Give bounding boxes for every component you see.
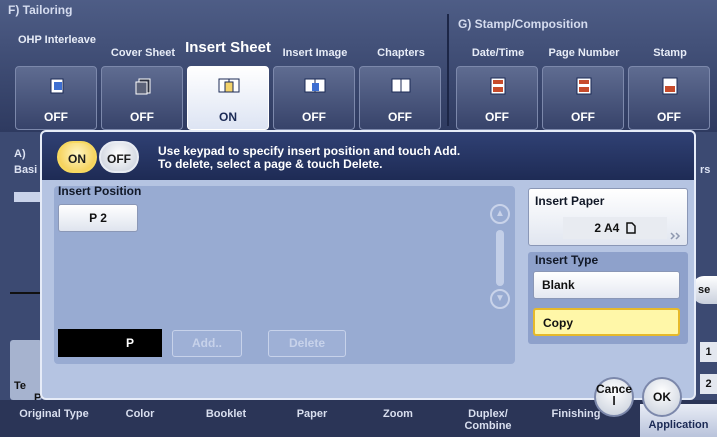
tab-insert-sheet[interactable]: Insert Sheet (180, 40, 276, 55)
insert-page-item[interactable]: P 2 (58, 204, 138, 232)
blank-option-button[interactable]: Blank (533, 271, 680, 299)
page-number-state: OFF (571, 110, 595, 124)
on-button[interactable]: ON (57, 141, 97, 173)
chapters-state: OFF (388, 110, 412, 124)
off-button[interactable]: OFF (99, 141, 139, 173)
insert-sheet-button[interactable]: ON (187, 66, 269, 130)
tab-insert-image[interactable]: Insert Image (274, 47, 356, 59)
group-title-stamp: G) Stamp/Composition (458, 17, 588, 31)
date-time-icon (490, 77, 506, 95)
cancel-button[interactable]: Cance l (594, 377, 634, 417)
date-time-button[interactable]: OFF (456, 66, 538, 130)
left-group-fragment-2: Basi (14, 164, 38, 176)
insert-image-button[interactable]: OFF (273, 66, 355, 130)
left-fragment-text: Te (14, 380, 27, 392)
ohp-interleave-icon (50, 78, 64, 94)
tab-stamp[interactable]: Stamp (629, 47, 711, 59)
tab-cover-sheet[interactable]: Cover Sheet (102, 47, 184, 59)
chapters-icon (391, 78, 411, 93)
chapters-button[interactable]: OFF (359, 66, 441, 130)
insert-sheet-state: ON (219, 110, 237, 124)
scroll-down-icon[interactable]: ▼ (490, 289, 510, 309)
stamp-button[interactable]: OFF (628, 66, 710, 130)
category-zoom[interactable]: Zoom (358, 408, 438, 420)
category-duplex-combine[interactable]: Duplex/ Combine (448, 408, 528, 432)
paper-orientation-icon (625, 222, 636, 234)
left-fragment-bar (14, 192, 40, 202)
insert-paper-size: 2 A4 (594, 221, 620, 235)
add-button[interactable]: Add.. (172, 330, 242, 357)
tab-ohp-interleave[interactable]: OHP Interleave (16, 34, 98, 46)
insert-sheet-icon (218, 78, 240, 93)
page-number-icon (576, 77, 592, 95)
insert-image-state: OFF (302, 110, 326, 124)
cover-sheet-button[interactable]: OFF (101, 66, 183, 130)
cover-sheet-state: OFF (130, 110, 154, 124)
right-fragment-num1: 1 (700, 342, 717, 362)
ok-button[interactable]: OK (642, 377, 682, 417)
stamp-icon (662, 77, 678, 95)
scrollbar-track[interactable] (496, 230, 504, 286)
right-fragment-num2: 2 (700, 374, 717, 394)
ohp-interleave-state: OFF (44, 110, 68, 124)
cover-sheet-icon (135, 78, 151, 95)
group-divider (447, 14, 449, 126)
category-paper[interactable]: Paper (272, 408, 352, 420)
copy-option-button[interactable]: Copy (533, 308, 680, 336)
tab-chapters[interactable]: Chapters (360, 47, 442, 59)
category-color[interactable]: Color (100, 408, 180, 420)
page-input-field[interactable]: P (58, 329, 162, 357)
page-number-button[interactable]: OFF (542, 66, 624, 130)
left-fragment-line (10, 292, 42, 294)
group-title-tailoring: F) Tailoring (8, 3, 73, 17)
delete-button[interactable]: Delete (268, 330, 346, 357)
insert-paper-label: Insert Paper (535, 194, 605, 208)
tab-date-time[interactable]: Date/Time (457, 47, 539, 59)
stamp-state: OFF (657, 110, 681, 124)
insert-position-label: Insert Position (58, 184, 142, 198)
right-group-fragment: rs (700, 164, 711, 176)
ohp-interleave-button[interactable]: OFF (15, 66, 97, 130)
category-original-type[interactable]: Original Type (14, 408, 94, 420)
date-time-state: OFF (485, 110, 509, 124)
scroll-up-icon[interactable]: ▲ (490, 204, 510, 224)
instruction-line-2: To delete, select a page & touch Delete. (158, 157, 383, 171)
insert-paper-value: 2 A4 (563, 217, 667, 239)
left-group-fragment: A) (14, 148, 26, 160)
tab-page-number[interactable]: Page Number (543, 47, 625, 59)
insert-image-icon (304, 78, 326, 93)
category-booklet[interactable]: Booklet (186, 408, 266, 420)
insert-type-label: Insert Type (535, 253, 599, 267)
double-chevron-right-icon (670, 232, 681, 240)
